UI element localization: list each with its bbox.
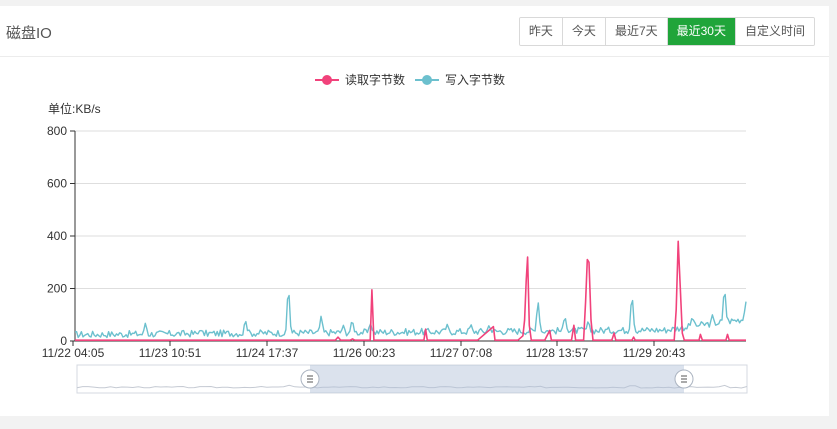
legend-label-2[interactable]: 写入字节数 — [445, 72, 505, 87]
y-tick-label-400: 400 — [47, 229, 67, 243]
x-tick-label-3: 11/24 17:37 — [236, 346, 299, 360]
y-tick-label-800: 800 — [47, 124, 67, 138]
x-tick-label-6: 11/28 13:57 — [526, 346, 589, 360]
y-tick-label-200: 200 — [47, 282, 67, 296]
x-tick-label-2: 11/23 10:51 — [139, 346, 202, 360]
series-line-write — [74, 293, 747, 339]
x-tick-label-4: 11/26 00:23 — [333, 346, 396, 360]
legend-label-1[interactable]: 读取字节数 — [345, 72, 405, 87]
legend-marker-2 — [422, 75, 432, 85]
series-line-read — [75, 240, 746, 342]
x-tick-label-1: 11/22 04:05 — [42, 346, 105, 360]
disk-io-chart: 读取字节数 写入字节数单位:KB/s020040060080011/22 04:0… — [42, 72, 748, 394]
y-tick-label-600: 600 — [47, 177, 67, 191]
y-axis-unit-label: 单位:KB/s — [48, 101, 101, 116]
legend-marker-1 — [322, 75, 332, 85]
x-tick-label-5: 11/27 07:08 — [430, 346, 493, 360]
x-tick-label-7: 11/29 20:43 — [623, 346, 686, 360]
zoom-selected-range[interactable] — [310, 365, 684, 393]
